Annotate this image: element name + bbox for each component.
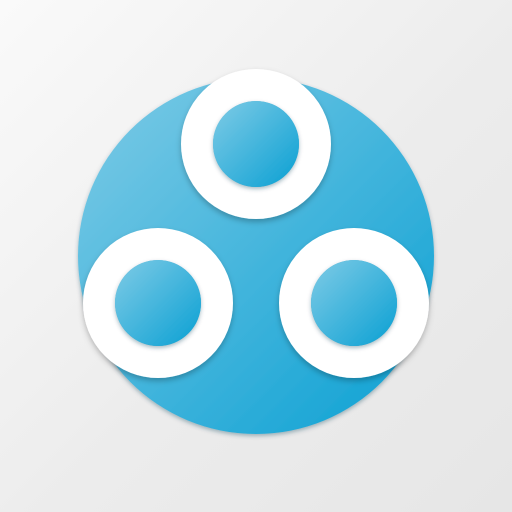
three-rings-logo-icon (78, 69, 434, 434)
hole-right (311, 260, 397, 346)
app-icon-tile (0, 0, 512, 512)
hole-top (213, 101, 299, 187)
hole-left (115, 260, 201, 346)
